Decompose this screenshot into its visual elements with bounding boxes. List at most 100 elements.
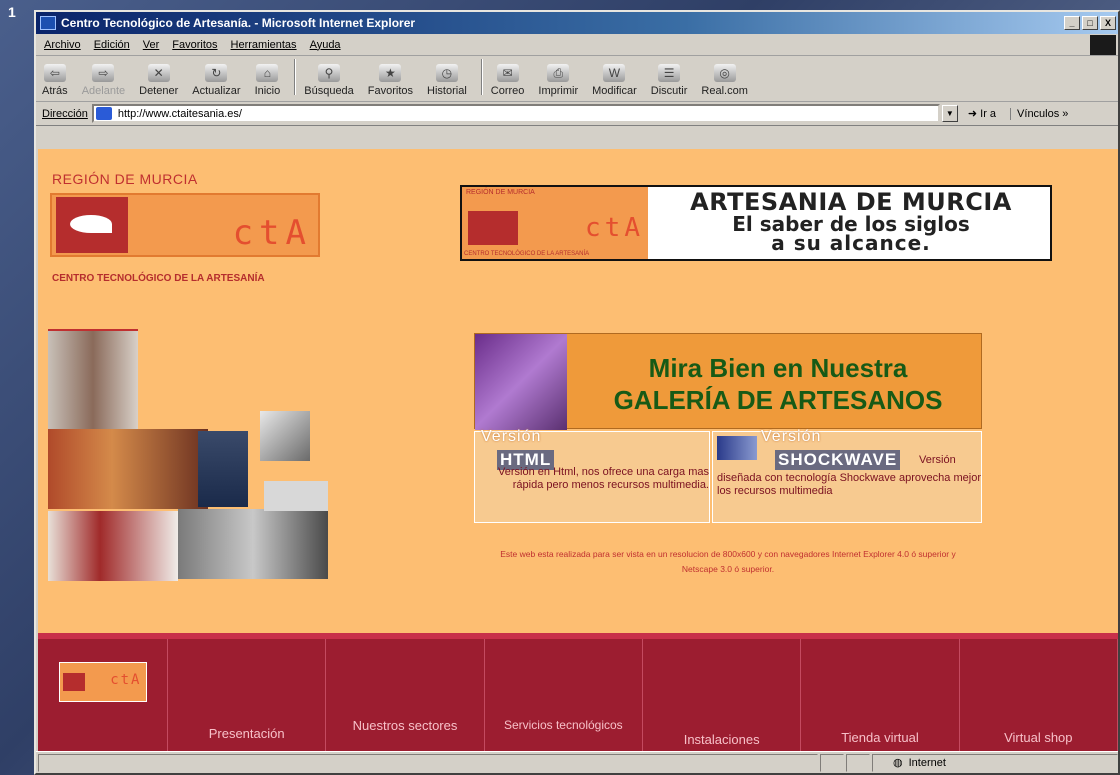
nav-logo-mark-icon <box>62 673 85 691</box>
mail-button[interactable]: ✉ Correo <box>491 64 524 97</box>
nav-nuestros-sectores[interactable]: Nuestros sectores <box>326 639 485 755</box>
red-line-decoration <box>48 329 138 331</box>
status-bar: ◍ Internet <box>36 751 1118 773</box>
home-icon: ⌂ <box>256 64 279 82</box>
links-button[interactable]: Vínculos » <box>1010 107 1068 120</box>
back-button[interactable]: ⇦ Atrás <box>42 64 68 97</box>
forward-arrow-icon: ⇨ <box>92 64 115 82</box>
refresh-button[interactable]: ↻ Actualizar <box>192 64 241 97</box>
region-title: REGIÓN DE MURCIA <box>52 171 198 187</box>
banner-region: REGIÓN DE MURCIA <box>466 189 535 196</box>
cta-logo[interactable]: ctA <box>50 193 320 257</box>
version-choices: Versión HTML Versión en Html, nos ofrece… <box>474 428 982 523</box>
edit-icon: W <box>603 64 626 82</box>
favorites-button[interactable]: ★ Favoritos <box>368 64 413 97</box>
edit-button[interactable]: W Modificar <box>592 64 637 97</box>
tool-photo <box>260 411 310 461</box>
artesania-banner[interactable]: REGIÓN DE MURCIA ctA CENTRO TECNOLÓGICO … <box>460 185 1052 261</box>
logo-mark-icon <box>56 197 128 253</box>
bottom-navigation: ctA Presentación Nuestros sectores Servi… <box>38 633 1118 755</box>
status-text <box>38 753 818 772</box>
status-zone: ◍ Internet <box>872 753 1118 772</box>
history-button[interactable]: ◷ Historial <box>427 64 467 97</box>
close-button[interactable]: X <box>1100 16 1116 30</box>
mail-icon: ✉ <box>496 64 519 82</box>
gallery-line-2: GALERÍA DE ARTESANOS <box>613 385 943 415</box>
go-arrow-icon: ➜ <box>967 108 978 120</box>
nav-servicios-tecnologicos[interactable]: Servicios tecnológicos <box>485 639 643 755</box>
home-button[interactable]: ⌂ Inicio <box>255 64 280 97</box>
page-content: REGIÓN DE MURCIA ctA CENTRO TECNOLÓGICO … <box>38 149 1118 755</box>
nav-tienda-virtual[interactable]: Tienda virtual <box>801 639 960 755</box>
vase-photo <box>48 329 138 429</box>
discuss-button[interactable]: ☰ Discutir <box>651 64 687 97</box>
forward-button[interactable]: ⇨ Adelante <box>82 64 125 97</box>
nav-logo: ctA <box>58 662 147 702</box>
menu-favoritos[interactable]: Favoritos <box>172 39 217 51</box>
realcom-icon: ◎ <box>713 64 736 82</box>
zone-label: Internet <box>908 756 946 769</box>
status-progress <box>820 753 844 772</box>
banner-line-3: a su alcance. <box>771 231 931 255</box>
window-title: Centro Tecnológico de Artesanía. - Micro… <box>61 16 416 30</box>
gallery-link[interactable]: Mira Bien en Nuestra GALERÍA DE ARTESANO… <box>474 333 982 430</box>
stop-icon: ✕ <box>147 64 170 82</box>
menu-edicion[interactable]: Edición <box>94 39 130 51</box>
shockwave-version-link[interactable]: Versión SHOCKWAVE Versión diseñada con t… <box>712 428 982 523</box>
face-image <box>475 334 567 430</box>
menu-ver[interactable]: Ver <box>143 39 160 51</box>
title-bar: Centro Tecnológico de Artesanía. - Micro… <box>36 12 1118 34</box>
nav-instalaciones[interactable]: Instalaciones <box>643 639 802 755</box>
logo-subtitle: CENTRO TECNOLÓGICO DE LA ARTESANÍA <box>52 273 265 284</box>
photo-collage <box>48 329 358 581</box>
nav-presentacion[interactable]: Presentación <box>168 639 327 755</box>
figure-number: 1 <box>8 4 16 20</box>
workshop-photo <box>48 429 208 509</box>
search-icon: ⚲ <box>318 64 341 82</box>
nav-virtual-shop[interactable]: Virtual shop <box>960 639 1118 755</box>
menu-archivo[interactable]: Archivo <box>44 39 81 51</box>
banner-text: ARTESANIA DE MURCIA El saber de los sigl… <box>652 187 1050 259</box>
back-arrow-icon: ⇦ <box>43 64 66 82</box>
artisan-photo <box>48 511 178 581</box>
shockwave-version-description: diseñada con tecnología Shockwave aprove… <box>717 472 981 497</box>
page-icon <box>95 107 112 120</box>
machine-photo <box>198 431 248 507</box>
ie-icon <box>40 16 56 30</box>
print-button[interactable]: ⎙ Imprimir <box>538 64 578 97</box>
minimize-button[interactable]: _ <box>1064 16 1080 30</box>
detail-photo <box>264 481 328 511</box>
shockwave-version-label: Versión <box>761 428 822 445</box>
go-button[interactable]: ➜ Ir a <box>968 107 996 120</box>
shockwave-version-word: Versión <box>919 454 956 466</box>
stop-button[interactable]: ✕ Detener <box>139 64 178 97</box>
banner-logo-subtitle: CENTRO TECNOLÓGICO DE LA ARTESANÍA <box>464 251 590 257</box>
status-security <box>846 753 870 772</box>
banner-logo-mark-icon <box>468 211 518 245</box>
history-icon: ◷ <box>435 64 458 82</box>
menu-bar: Archivo Edición Ver Favoritos Herramient… <box>36 34 1118 56</box>
favorites-folder-icon: ★ <box>379 64 402 82</box>
logo-text: ctA <box>232 213 312 253</box>
menu-herramientas[interactable]: Herramientas <box>231 39 297 51</box>
html-version-link[interactable]: Versión HTML Versión en Html, nos ofrece… <box>474 428 710 523</box>
refresh-icon: ↻ <box>205 64 228 82</box>
menu-ayuda[interactable]: Ayuda <box>310 39 341 51</box>
gallery-line-1: Mira Bien en Nuestra <box>648 353 908 383</box>
address-bar: Dirección http://www.ctaitesania.es/ ▼ ➜… <box>36 102 1118 126</box>
toolbar: ⇦ Atrás ⇨ Adelante ✕ Detener ↻ Actualizar ⌂ I… <box>36 56 1118 102</box>
maximize-button[interactable]: □ <box>1082 16 1098 30</box>
printer-icon: ⎙ <box>547 64 570 82</box>
browser-requirements-note: Este web esta realizada para ser vista e… <box>500 549 956 574</box>
discuss-icon: ☰ <box>658 64 681 82</box>
address-input[interactable]: http://www.ctaitesania.es/ <box>91 104 940 123</box>
address-dropdown-button[interactable]: ▼ <box>941 105 958 122</box>
html-version-description: Versión en Html, nos ofrece una carga ma… <box>498 466 709 491</box>
realcom-button[interactable]: ◎ Real.com <box>701 64 748 97</box>
windows-logo-icon <box>1090 34 1116 55</box>
search-button[interactable]: ⚲ Búsqueda <box>304 64 354 97</box>
shockwave-version-title: SHOCKWAVE <box>775 450 901 470</box>
press-photo <box>178 509 328 579</box>
banner-logo-text: ctA <box>585 213 644 243</box>
nav-home-logo[interactable]: ctA <box>38 639 168 755</box>
